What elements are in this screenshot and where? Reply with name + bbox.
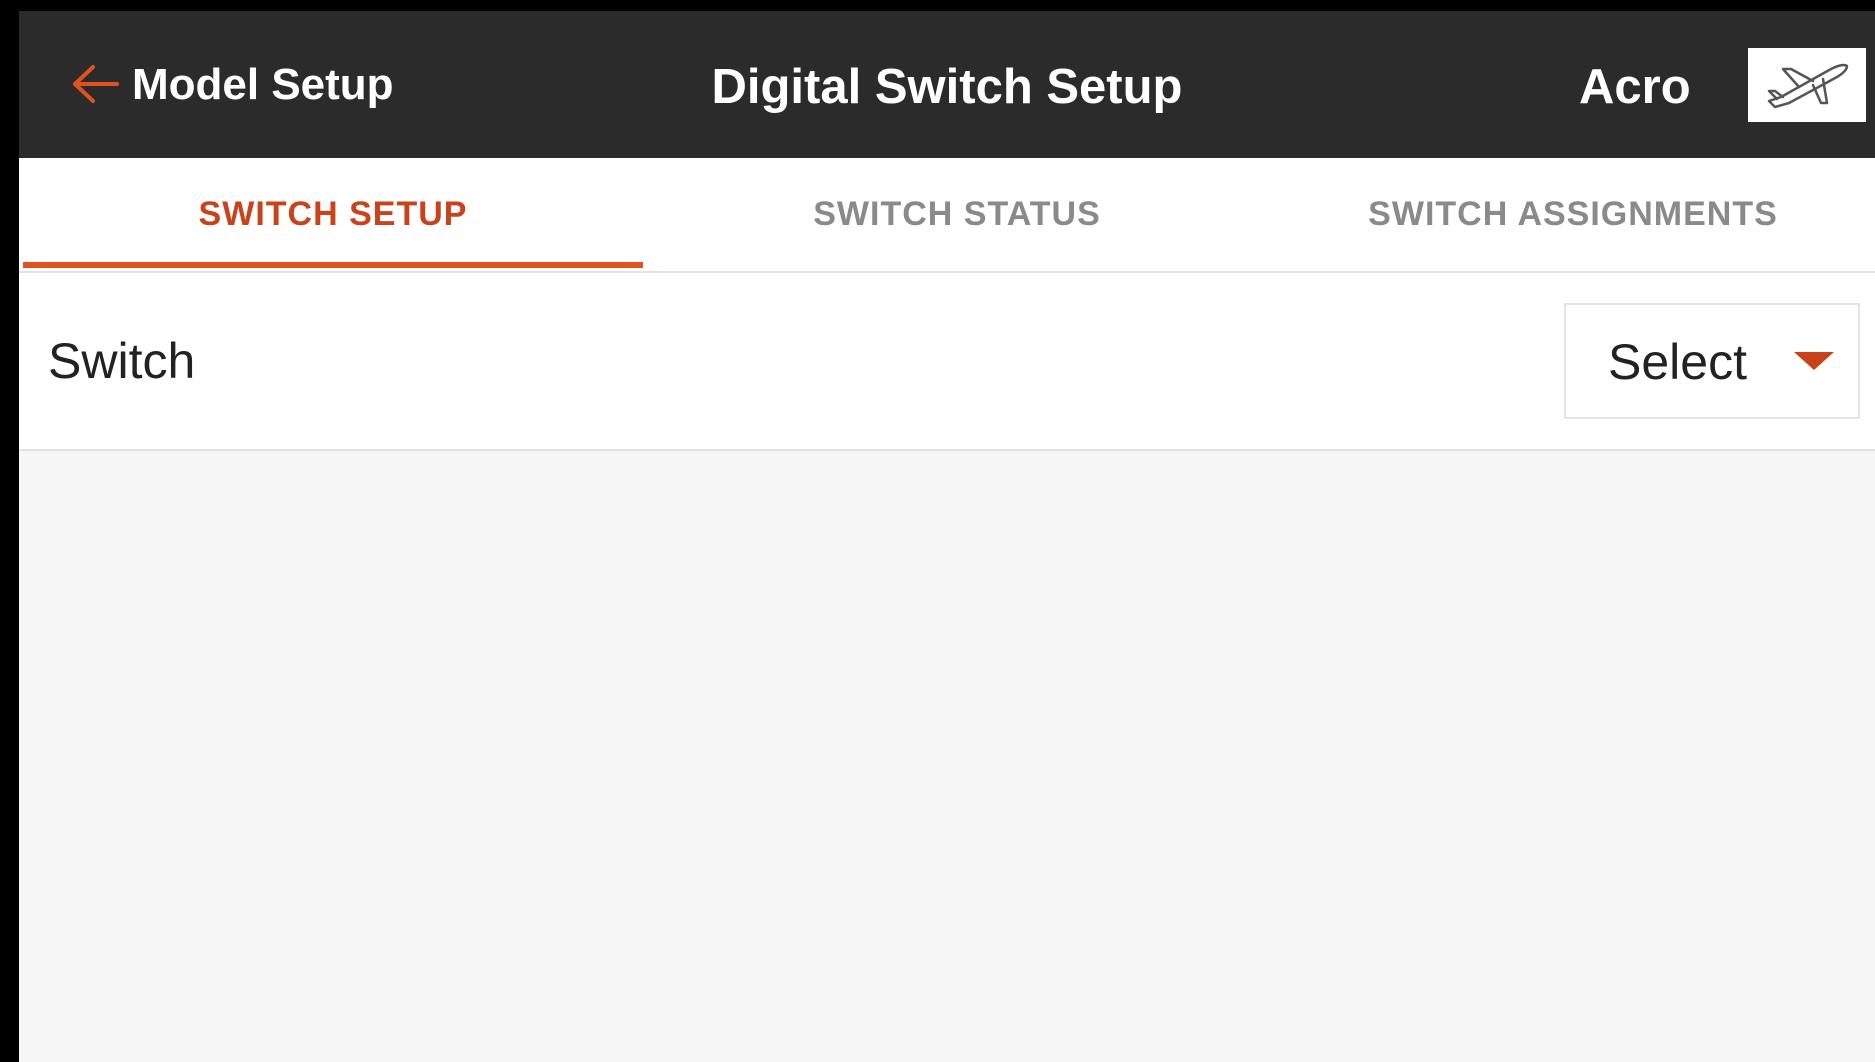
tab-switch-assignments[interactable]: SWITCH ASSIGNMENTS xyxy=(1271,158,1875,271)
back-button[interactable] xyxy=(67,59,123,109)
frame-border-top xyxy=(0,0,1875,11)
airplane-icon xyxy=(1767,63,1849,109)
switch-row: Switch Select xyxy=(19,273,1875,451)
app-bar: Model Setup Digital Switch Setup Acro xyxy=(19,11,1875,158)
switch-label: Switch xyxy=(48,333,196,389)
arrow-left-icon xyxy=(73,65,119,103)
content-area xyxy=(19,451,1875,1062)
caret-down-icon xyxy=(1794,352,1834,370)
active-tab-indicator xyxy=(23,262,643,268)
switch-select-dropdown[interactable]: Select xyxy=(1564,303,1860,419)
tab-switch-setup[interactable]: SWITCH SETUP xyxy=(23,158,643,271)
tab-bar: SWITCH SETUP SWITCH STATUS SWITCH ASSIGN… xyxy=(19,158,1875,273)
model-type-button[interactable] xyxy=(1748,48,1866,122)
back-label[interactable]: Model Setup xyxy=(132,57,394,113)
select-value: Select xyxy=(1608,334,1747,390)
model-name: Acro xyxy=(1579,60,1691,114)
app-frame: Model Setup Digital Switch Setup Acro SW… xyxy=(0,0,1875,1062)
tab-switch-status[interactable]: SWITCH STATUS xyxy=(647,158,1267,271)
frame-border-left xyxy=(0,0,19,1062)
screen: Model Setup Digital Switch Setup Acro SW… xyxy=(19,11,1875,1062)
